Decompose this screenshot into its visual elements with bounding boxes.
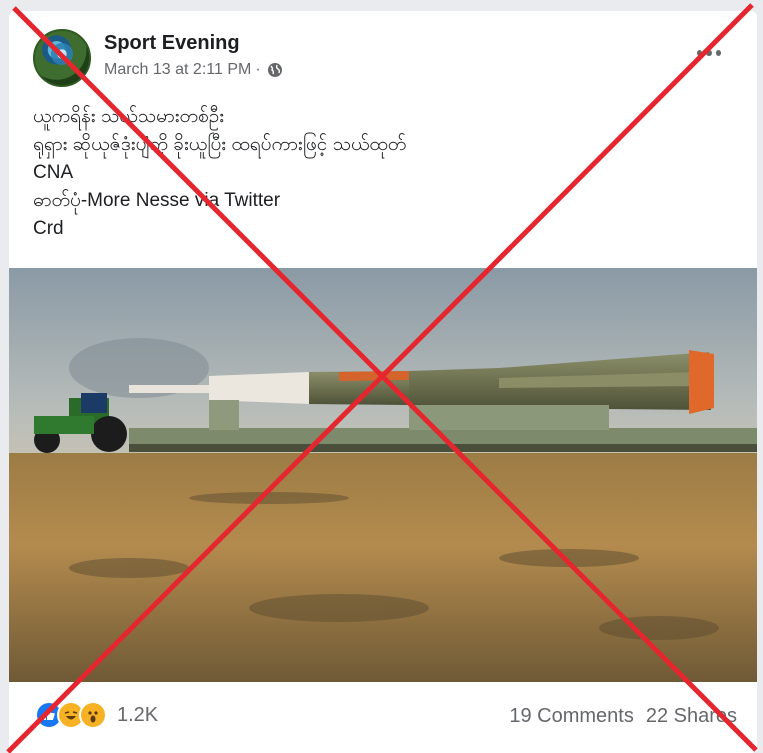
comments-count-link[interactable]: 19 Comments: [509, 705, 634, 728]
page-name-link[interactable]: Sport Evening: [104, 32, 240, 55]
page-avatar[interactable]: [33, 29, 91, 87]
reactions-summary[interactable]: 1.2K: [35, 701, 158, 729]
caption-line: ယူကရိန်း သယ်သမားတစ်ဦး: [33, 106, 225, 127]
post-stats: 19 Comments 22 Shares: [509, 705, 737, 728]
caption-line: ဓာတ်ပုံ-More Nesse via Twitter: [33, 190, 281, 211]
meta-separator: ·: [255, 61, 261, 78]
reaction-count: 1.2K: [117, 703, 159, 726]
shares-count-link[interactable]: 22 Shares: [646, 705, 737, 728]
caption-line: ရုရှား ဆိုယုဇ်ဒုံးပျံကို ခိုးယူပြီး ထရပ်…: [33, 134, 407, 155]
more-options-icon[interactable]: [697, 49, 721, 57]
post-timestamp[interactable]: March 13 at 2:11 PM: [104, 61, 251, 79]
caption-line: Crd: [33, 218, 64, 239]
post-card: Sport Evening March 13 at 2:11 PM · ယူကရ…: [9, 11, 757, 753]
post-caption: ယူကရိန်း သယ်သမားတစ်ဦး ရုရှား ဆိုယုဇ်ဒုံး…: [33, 103, 406, 243]
post-photo[interactable]: [9, 268, 757, 682]
globe-icon: [267, 63, 282, 77]
wow-icon: [79, 701, 107, 729]
caption-line: CNA: [33, 162, 74, 183]
post-meta: March 13 at 2:11 PM ·: [104, 61, 283, 79]
post-footer: 1.2K 19 Comments 22 Shares: [9, 701, 757, 737]
rocket-photo: [9, 268, 757, 682]
